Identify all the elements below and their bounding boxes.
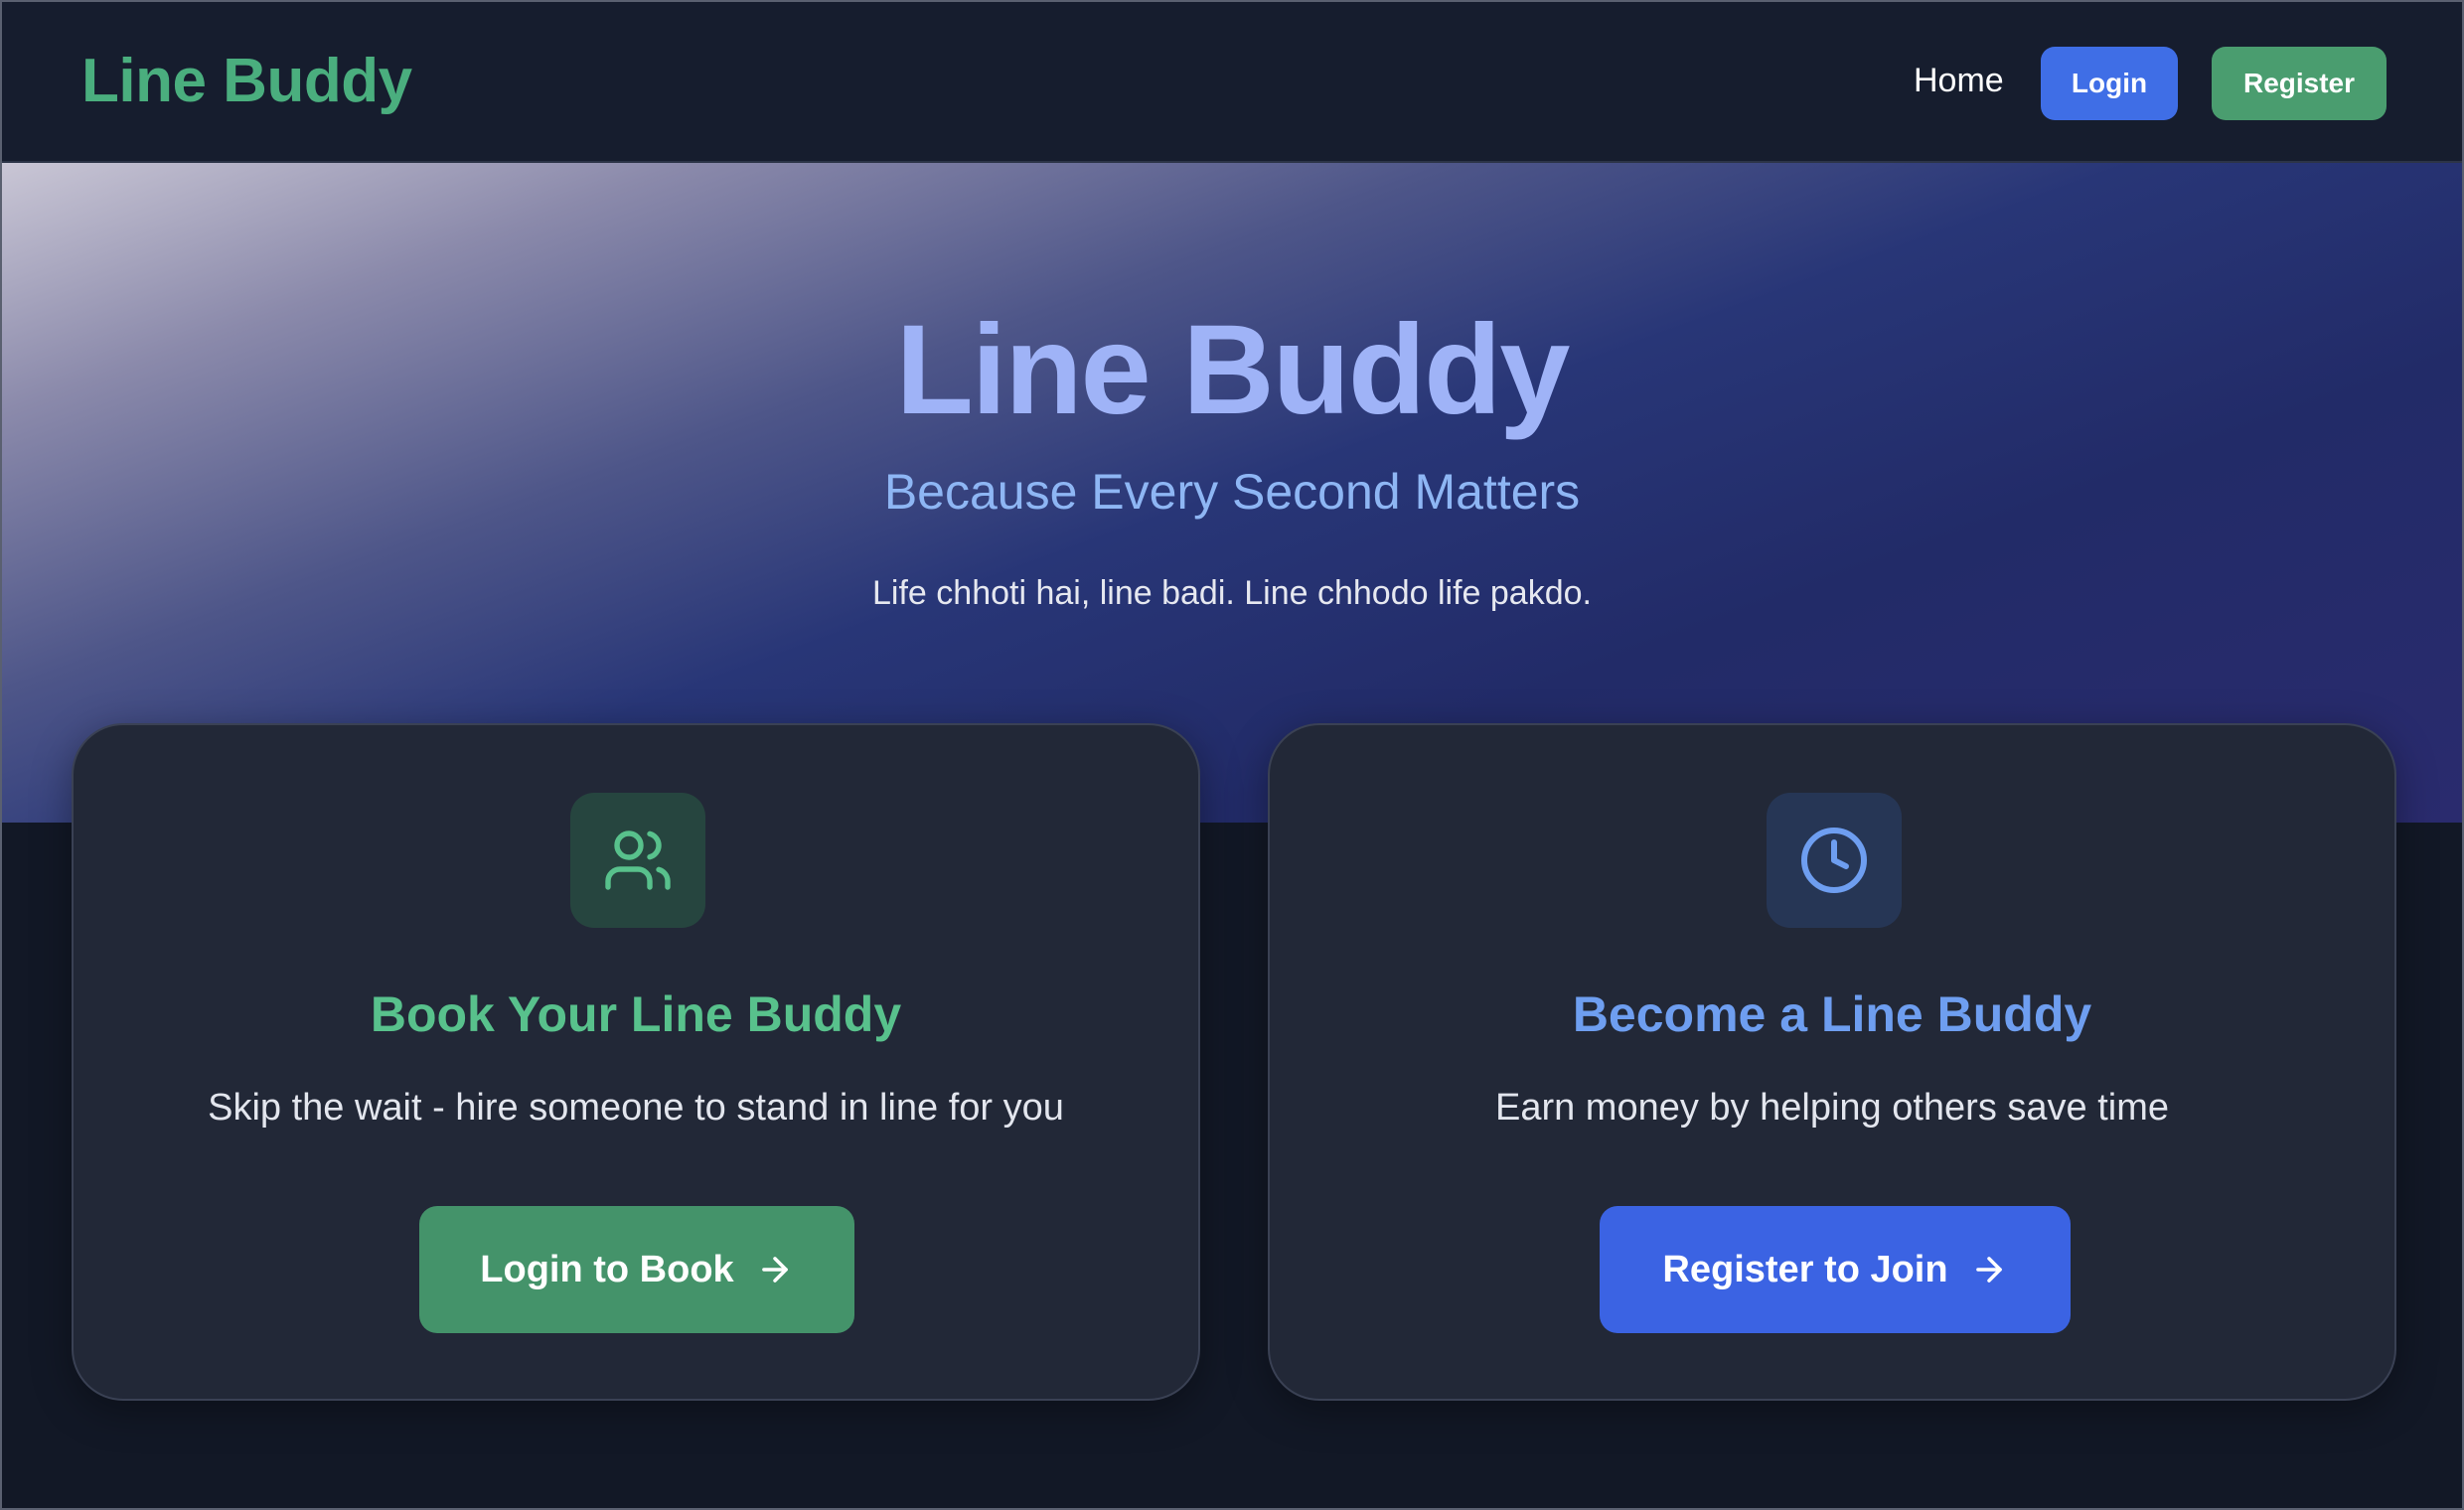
arrow-right-icon	[1975, 1257, 2002, 1283]
nav-login-button[interactable]: Login	[2041, 47, 2178, 120]
app-frame: Line Buddy Home Login Register Line Budd…	[0, 0, 2464, 1510]
clock-icon	[1767, 793, 1902, 928]
button-label: Login to Book	[480, 1248, 734, 1290]
arrow-right-icon	[761, 1257, 788, 1283]
hero-tagline: Life chhoti hai, line badi. Line chhodo …	[872, 574, 1592, 612]
brand-logo[interactable]: Line Buddy	[81, 46, 412, 116]
card-description: Skip the wait - hire someone to stand in…	[208, 1087, 1064, 1129]
card-title: Book Your Line Buddy	[370, 986, 902, 1042]
hero-title: Line Buddy	[895, 299, 1571, 441]
become-line-buddy-card: Become a Line Buddy Earn money by helpin…	[1268, 723, 2396, 1401]
card-title: Become a Line Buddy	[1572, 986, 2092, 1042]
hero-subtitle: Because Every Second Matters	[883, 464, 1581, 520]
users-icon	[570, 793, 705, 928]
book-line-buddy-card: Book Your Line Buddy Skip the wait - hir…	[72, 723, 1200, 1401]
nav-home-link[interactable]: Home	[1914, 62, 2004, 100]
login-to-book-button[interactable]: Login to Book	[419, 1206, 854, 1333]
navbar: Line Buddy Home Login Register	[2, 2, 2462, 163]
nav-register-button[interactable]: Register	[2212, 47, 2387, 120]
register-to-join-button[interactable]: Register to Join	[1600, 1206, 2071, 1333]
card-description: Earn money by helping others save time	[1494, 1087, 2170, 1129]
button-label: Register to Join	[1662, 1248, 1948, 1290]
